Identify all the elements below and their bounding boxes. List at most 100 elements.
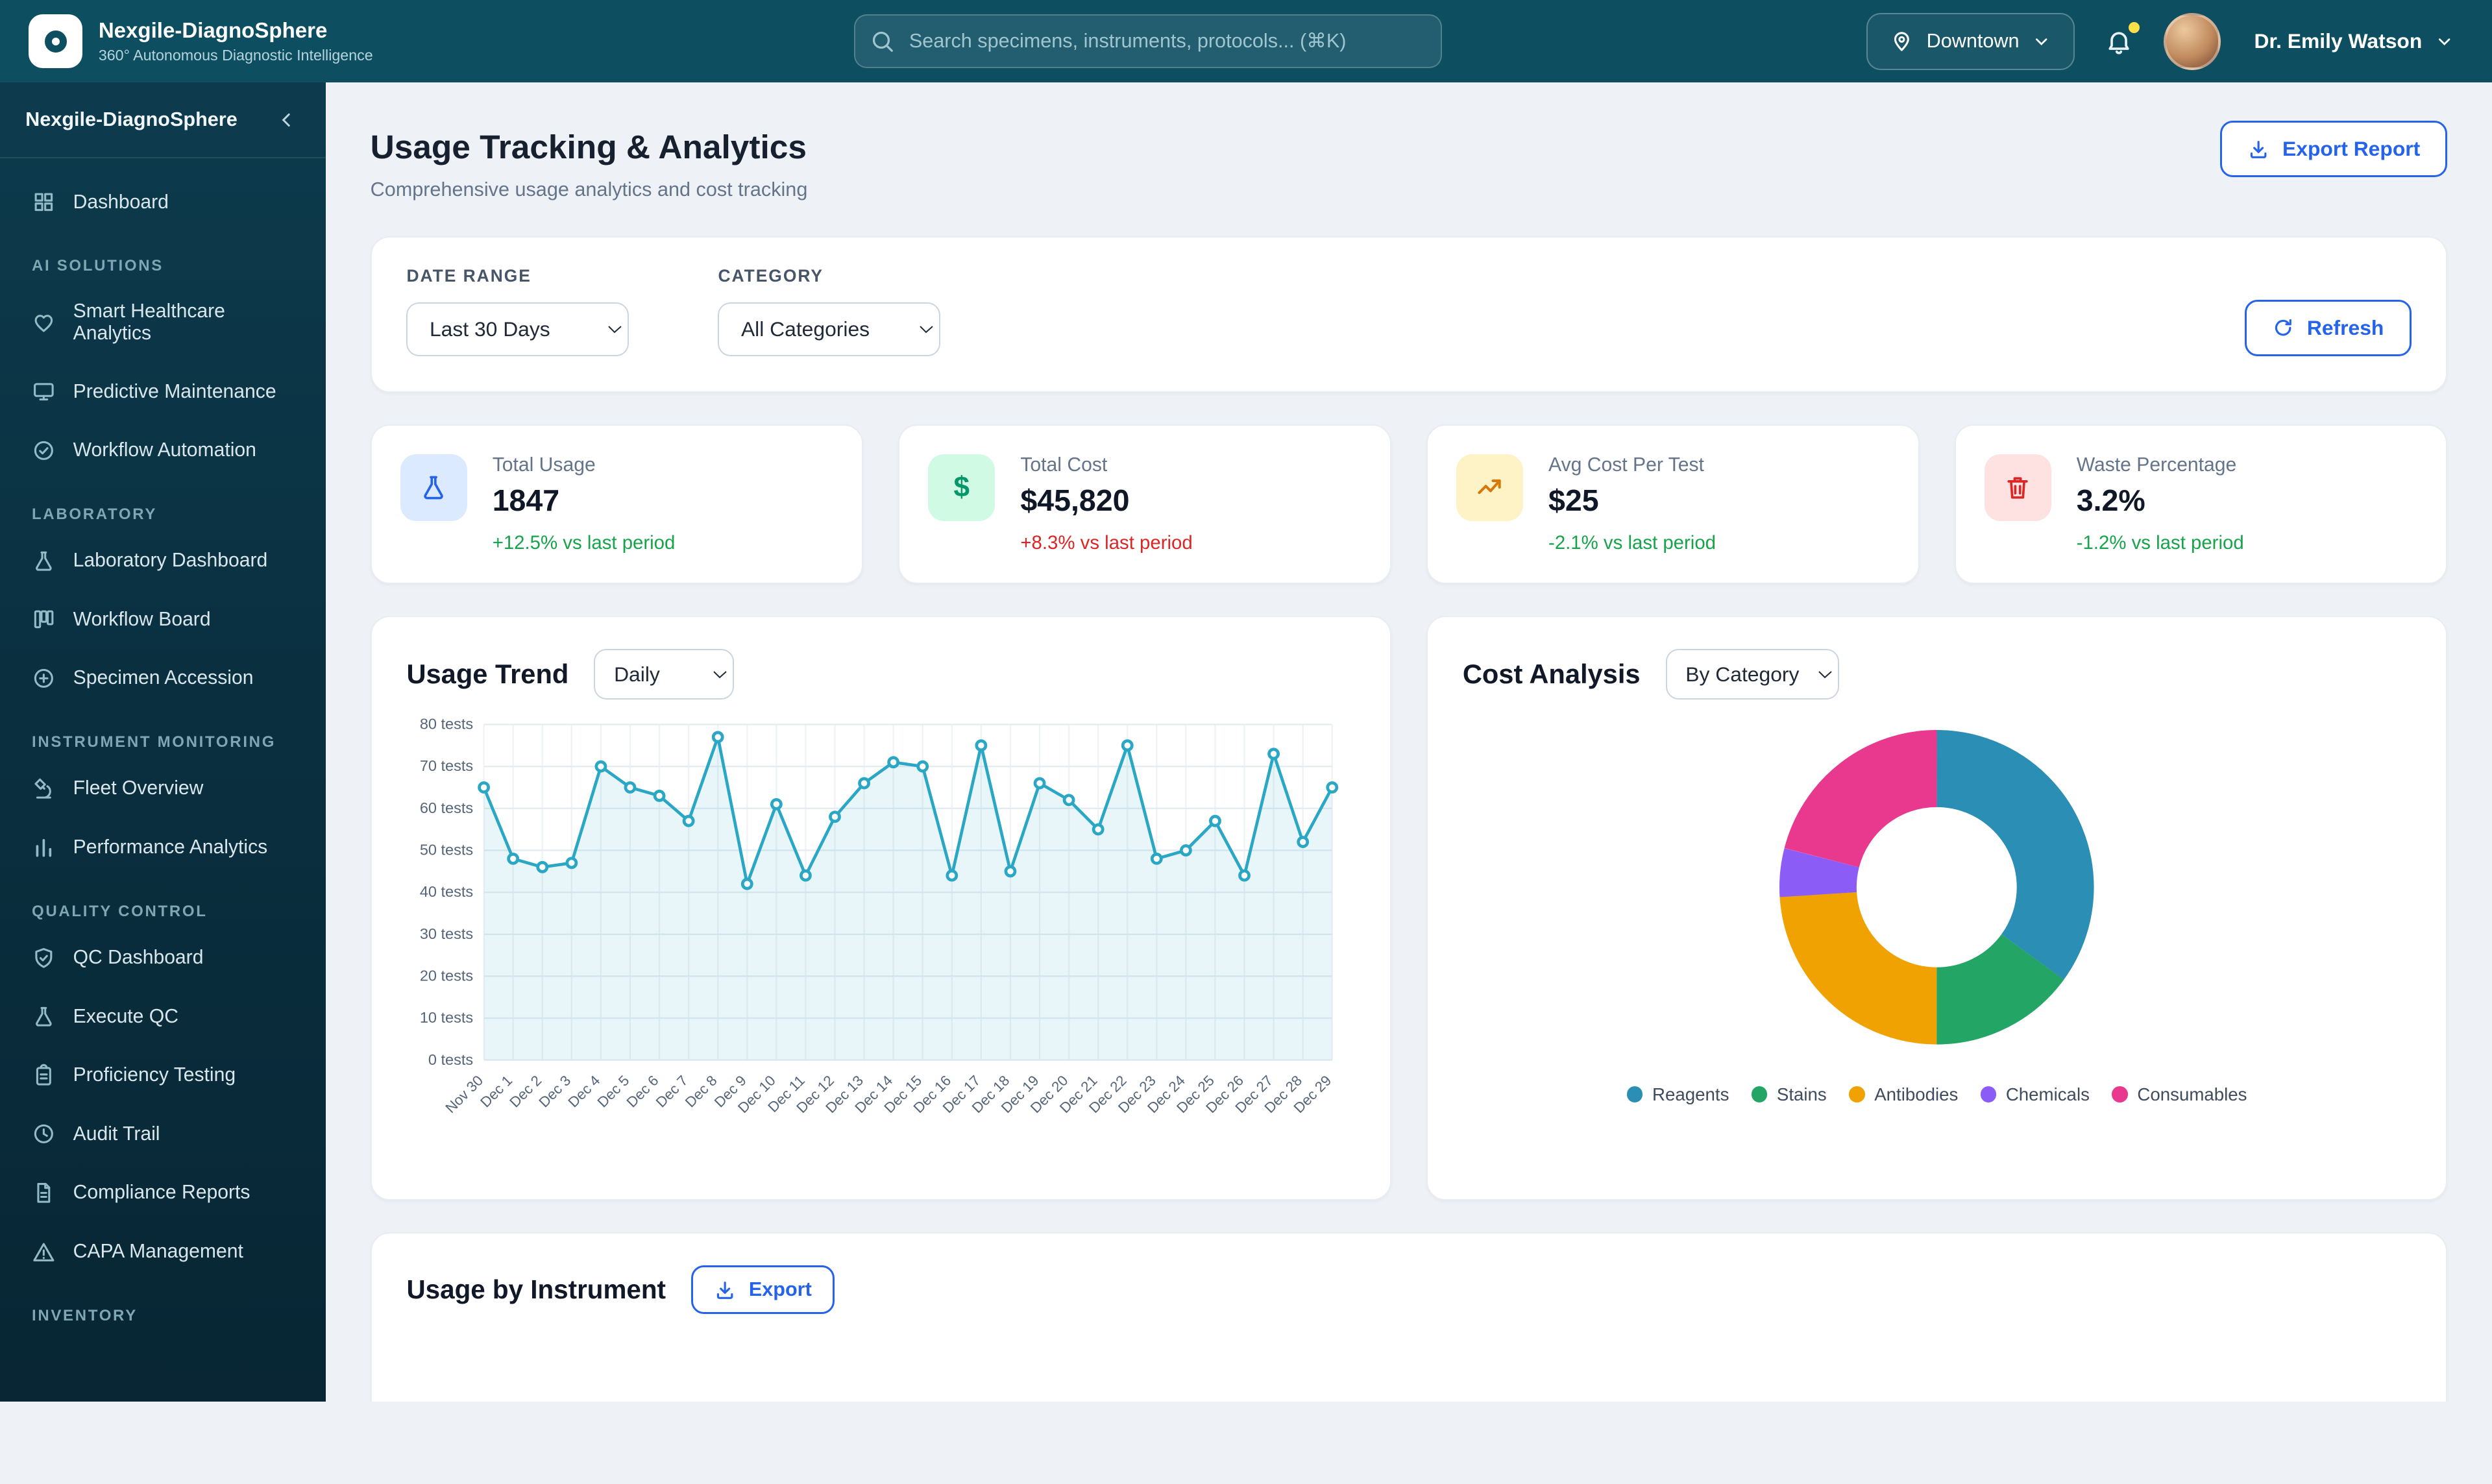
sidebar-item-specimen-accession[interactable]: Specimen Accession xyxy=(19,651,306,707)
cost-analysis-mode-select[interactable]: By Category xyxy=(1666,649,1839,699)
svg-text:0 tests: 0 tests xyxy=(428,1051,473,1068)
refresh-button[interactable]: Refresh xyxy=(2245,300,2412,356)
cost-analysis-title: Cost Analysis xyxy=(1463,659,1641,690)
refresh-icon xyxy=(2272,317,2294,339)
category-label: CATEGORY xyxy=(718,266,940,286)
sidebar-item-compliance-reports[interactable]: Compliance Reports xyxy=(19,1165,306,1221)
sidebar-item-audit-trail[interactable]: Audit Trail xyxy=(19,1106,306,1162)
legend-item-consumables[interactable]: Consumables xyxy=(2112,1084,2247,1105)
nav-label: CAPA Management xyxy=(73,1241,243,1263)
legend-item-antibodies[interactable]: Antibodies xyxy=(1849,1084,1958,1105)
stats-row: Total Usage 1847 +12.5% vs last period $… xyxy=(371,424,2448,584)
stat-label: Total Cost xyxy=(1020,454,1192,476)
nav-label: Fleet Overview xyxy=(73,777,204,799)
user-menu[interactable]: Dr. Emily Watson xyxy=(2245,28,2463,55)
sidebar-item-proficiency-testing[interactable]: Proficiency Testing xyxy=(19,1047,306,1103)
sidebar-item-dashboard[interactable]: Dashboard xyxy=(19,175,306,230)
stat-card-total-cost: $ Total Cost $45,820 +8.3% vs last perio… xyxy=(898,424,1391,584)
avatar[interactable] xyxy=(2164,13,2221,70)
page-subtitle: Comprehensive usage analytics and cost t… xyxy=(371,178,808,201)
svg-text:20 tests: 20 tests xyxy=(420,967,473,984)
stat-card-avg-cost-per-test: Avg Cost Per Test $25 -2.1% vs last peri… xyxy=(1426,424,1920,584)
sidebar-item-workflow-board[interactable]: Workflow Board xyxy=(19,592,306,648)
search-icon xyxy=(870,29,895,54)
sidebar-item-fleet-overview[interactable]: Fleet Overview xyxy=(19,761,306,817)
legend-item-reagents[interactable]: Reagents xyxy=(1627,1084,1729,1105)
clock-icon xyxy=(32,1122,56,1146)
legend-label: Chemicals xyxy=(2006,1084,2090,1105)
grid-icon xyxy=(32,190,56,214)
stat-value: 1847 xyxy=(493,483,676,518)
global-search xyxy=(854,14,1442,68)
stat-delta: -1.2% vs last period xyxy=(2077,532,2244,554)
clipboard-icon xyxy=(32,1064,56,1088)
search-input[interactable] xyxy=(854,14,1442,68)
sidebar-item-execute-qc[interactable]: Execute QC xyxy=(19,989,306,1045)
svg-text:Dec 5: Dec 5 xyxy=(594,1072,633,1110)
notifications-button[interactable] xyxy=(2099,21,2140,62)
svg-text:60 tests: 60 tests xyxy=(420,799,473,816)
usage-by-instrument-card: Usage by Instrument Export xyxy=(371,1232,2448,1402)
legend-item-chemicals[interactable]: Chemicals xyxy=(1981,1084,2090,1105)
sidebar-item-capa-management[interactable]: CAPA Management xyxy=(19,1224,306,1280)
nav-label: QC Dashboard xyxy=(73,947,204,969)
svg-text:Dec 8: Dec 8 xyxy=(682,1072,720,1110)
category-select[interactable]: All Categories xyxy=(718,302,940,356)
export-report-button[interactable]: Export Report xyxy=(2220,121,2447,177)
svg-text:Dec 2: Dec 2 xyxy=(507,1072,545,1110)
sidebar-item-laboratory-dashboard[interactable]: Laboratory Dashboard xyxy=(19,533,306,589)
page-title: Usage Tracking & Analytics xyxy=(371,127,808,166)
stat-delta: +12.5% vs last period xyxy=(493,532,676,554)
svg-text:Dec 3: Dec 3 xyxy=(536,1072,574,1110)
flask-icon xyxy=(32,549,56,573)
nav-label: Audit Trail xyxy=(73,1123,160,1145)
svg-text:Dec 6: Dec 6 xyxy=(624,1072,662,1110)
nav-label: Predictive Maintenance xyxy=(73,381,276,403)
nav-label: Execute QC xyxy=(73,1006,178,1028)
topbar: Nexgile-DiagnoSphere 360° Autonomous Dia… xyxy=(0,0,2492,82)
sidebar-item-performance-analytics[interactable]: Performance Analytics xyxy=(19,820,306,875)
app-brand: Nexgile-DiagnoSphere 360° Autonomous Dia… xyxy=(29,14,429,68)
sidebar-item-smart-healthcare-analytics[interactable]: Smart Healthcare Analytics xyxy=(19,285,306,361)
dollar-icon: $ xyxy=(928,454,995,521)
usage-trend-card: Usage Trend Daily 0 tests10 tests20 test… xyxy=(371,616,1391,1200)
sidebar-section-laboratory: LABORATORY xyxy=(19,481,306,533)
sidebar-item-qc-dashboard[interactable]: QC Dashboard xyxy=(19,930,306,986)
sidebar-item-workflow-automation[interactable]: Workflow Automation xyxy=(19,422,306,478)
sidebar-section-ai-solutions: AI SOLUTIONS xyxy=(19,234,306,285)
nav-label: Smart Healthcare Analytics xyxy=(73,300,294,345)
stat-value: $25 xyxy=(1548,483,1716,518)
file-text-icon xyxy=(32,1181,56,1205)
sidebar-section-instrument-monitoring: INSTRUMENT MONITORING xyxy=(19,709,306,760)
download-icon xyxy=(714,1279,736,1301)
plus-circle-icon xyxy=(32,666,56,690)
date-range-label: DATE RANGE xyxy=(406,266,629,286)
nav-label: Compliance Reports xyxy=(73,1182,250,1204)
nav-label: Laboratory Dashboard xyxy=(73,550,268,572)
sidebar-item-predictive-maintenance[interactable]: Predictive Maintenance xyxy=(19,364,306,420)
stat-card-waste-percentage: Waste Percentage 3.2% -1.2% vs last peri… xyxy=(1955,424,2448,584)
nav-label: Proficiency Testing xyxy=(73,1064,236,1086)
nav-label: Dashboard xyxy=(73,191,169,213)
date-range-select[interactable]: Last 30 Days xyxy=(406,302,629,356)
stat-label: Total Usage xyxy=(493,454,676,476)
export-instrument-button[interactable]: Export xyxy=(691,1265,834,1314)
bell-icon xyxy=(2105,27,2133,56)
legend-dot xyxy=(1752,1086,1767,1102)
svg-text:Dec 1: Dec 1 xyxy=(478,1072,516,1110)
svg-text:50 tests: 50 tests xyxy=(420,841,473,858)
svg-text:80 tests: 80 tests xyxy=(420,715,473,732)
usage-trend-interval-select[interactable]: Daily xyxy=(594,649,734,699)
svg-text:40 tests: 40 tests xyxy=(420,883,473,900)
legend-dot xyxy=(1627,1086,1643,1102)
sidebar-collapse-button[interactable] xyxy=(273,106,300,134)
notification-dot xyxy=(2129,22,2140,33)
legend-item-stains[interactable]: Stains xyxy=(1752,1084,1827,1105)
flask-icon xyxy=(400,454,467,521)
nav-label: Workflow Board xyxy=(73,609,211,631)
nav-label: Workflow Automation xyxy=(73,439,256,461)
app-logo-icon xyxy=(29,14,82,68)
cost-analysis-chart xyxy=(1759,709,2115,1065)
svg-text:Dec 4: Dec 4 xyxy=(565,1072,604,1110)
location-selector[interactable]: Downtown xyxy=(1866,13,2075,70)
